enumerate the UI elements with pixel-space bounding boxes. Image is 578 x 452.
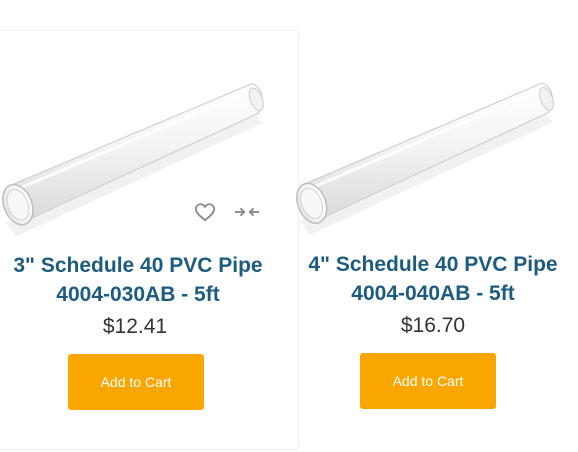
heart-icon[interactable] (192, 201, 218, 223)
product-price: $16.70 (400, 314, 466, 337)
product-image[interactable] (292, 54, 578, 254)
product-card: 3" Schedule 40 PVC Pipe 4004-030AB - 5ft… (0, 30, 299, 450)
product-title-line2: 4004-030AB - 5ft (56, 283, 220, 306)
product-title-link[interactable]: 3" Schedule 40 PVC Pipe 4004-030AB - 5ft (0, 251, 276, 309)
add-to-cart-button[interactable]: Add to Cart (360, 353, 496, 409)
product-title-line1: 4" Schedule 40 PVC Pipe (308, 253, 558, 276)
compare-arrows-icon[interactable] (234, 201, 260, 223)
product-card: 4" Schedule 40 PVC Pipe 4004-040AB - 5ft… (292, 30, 578, 450)
product-actions (192, 201, 260, 223)
add-to-cart-button[interactable]: Add to Cart (68, 354, 204, 410)
product-grid: 3" Schedule 40 PVC Pipe 4004-030AB - 5ft… (0, 0, 578, 452)
product-title-line2: 4004-040AB - 5ft (351, 282, 515, 305)
product-price: $12.41 (102, 315, 168, 338)
product-title-line1: 3" Schedule 40 PVC Pipe (13, 254, 263, 277)
product-image[interactable] (0, 55, 298, 255)
product-title-link[interactable]: 4" Schedule 40 PVC Pipe 4004-040AB - 5ft (298, 250, 568, 308)
